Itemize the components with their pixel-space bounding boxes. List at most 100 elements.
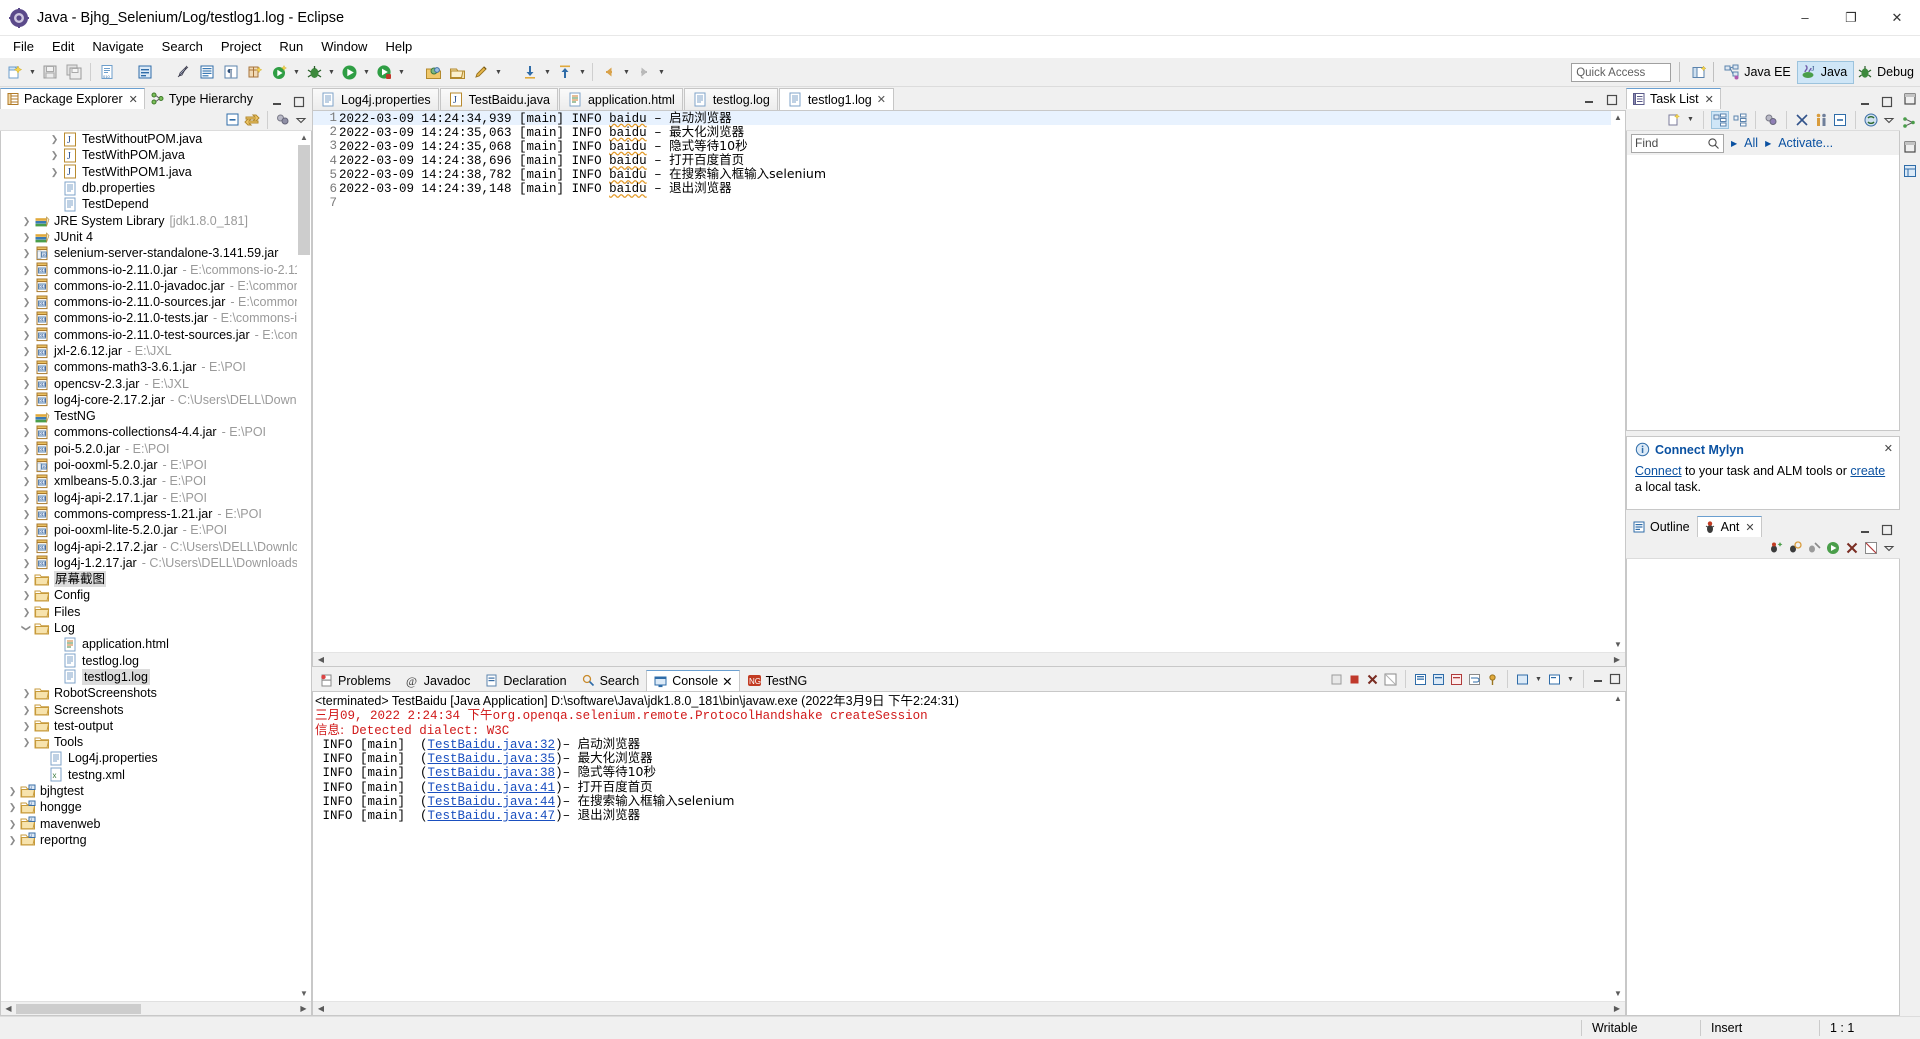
tree-item[interactable]: ❯ Jmavenweb [1,815,311,831]
tab-ant[interactable]: Ant ✕ [1696,516,1762,537]
show-console-stderr-icon[interactable] [1449,672,1464,687]
tree-item[interactable]: ❯ J TestWithoutPOM.java [1,131,311,147]
tree-item[interactable]: ❯ Jbjhgtest [1,783,311,799]
editor-tab[interactable]: Log4j.properties [312,88,439,110]
collapse-all-icon[interactable] [225,112,241,128]
chevron-right-icon[interactable]: ❯ [5,783,20,799]
editor-body[interactable]: 1 2022-03-09 14:24:34,939 [main] INFO bai… [312,110,1626,667]
open-console-icon[interactable] [1547,672,1562,687]
editor-text[interactable]: 1 2022-03-09 14:24:34,939 [main] INFO bai… [313,111,1625,210]
tree-item[interactable]: ❯ 010 commons-math3-3.6.1.jar - E:\POI [1,359,311,375]
perspective-java[interactable]: J Java [1796,60,1855,84]
tree-item[interactable]: ❯ 屏幕截图 [1,571,311,588]
restore-task-list-icon[interactable] [1902,91,1918,107]
show-task-presentation-icon[interactable] [1813,112,1829,128]
tree-horizontal-scrollbar[interactable]: ◀ ▶ [1,1001,311,1015]
search-icon[interactable] [1707,137,1720,150]
tree-item[interactable]: ❯ 010 commons-compress-1.21.jar - E:\POI [1,506,311,522]
tree-item[interactable]: Log4j.properties [1,750,311,766]
scroll-thumb[interactable] [298,145,310,255]
tree-vertical-scrollbar[interactable]: ▲ ▼ [297,131,311,1001]
tree-item[interactable]: ❯ 10 selenium-server-standalone-3.141.59.j… [1,245,311,261]
bottom-panel-tab[interactable]: NG TestNG [740,670,815,691]
coverage-dropdown-icon[interactable]: ▼ [396,60,407,84]
open-console-dropdown-icon[interactable]: ▼ [1565,667,1576,691]
filter-internal-targets-icon[interactable] [1863,540,1879,556]
annotation-icon[interactable] [469,60,493,84]
open-package-icon[interactable] [421,60,445,84]
maximize-editor-icon[interactable] [1605,93,1619,107]
tab-outline[interactable]: Outline [1626,516,1697,537]
link-with-editor-icon[interactable] [244,112,260,128]
categorized-mode-icon[interactable] [1711,110,1729,129]
menu-help[interactable]: Help [376,36,421,58]
tree-item[interactable]: ❯ 010 commons-io-2.11.0.jar - E:\commons-io… [1,261,311,277]
remove-all-terminated-icon[interactable] [1365,672,1380,687]
console-scroll-down-icon[interactable]: ▼ [1611,987,1625,1001]
chevron-right-icon[interactable]: ❯ [19,702,34,718]
word-wrap-icon[interactable] [1467,672,1482,687]
maximize-button[interactable]: ❐ [1828,0,1874,36]
chevron-right-icon[interactable]: ❯ [47,147,62,163]
chevron-right-icon[interactable]: ❯ [19,343,34,359]
ant-rail-icon[interactable] [1902,163,1918,179]
perspective-java-ee[interactable]: Java EE [1721,61,1797,84]
console-horizontal-scrollbar[interactable]: ◀ ▶ [313,1001,1625,1015]
previous-annotation-dropdown-icon[interactable]: ▼ [577,60,588,84]
chevron-right-icon[interactable]: ❯ [19,555,34,571]
tree-item[interactable]: ❯ 010 commons-io-2.11.0-javadoc.jar - E:\co… [1,278,311,294]
ant-view-body[interactable] [1626,559,1900,1016]
terminate-icon[interactable] [1347,672,1362,687]
open-type-icon[interactable] [195,60,219,84]
quick-access-input[interactable]: Quick Access [1571,62,1672,82]
print-icon[interactable]: 010 [95,60,119,84]
debug-icon[interactable] [302,60,326,84]
editor-scroll-down-icon[interactable]: ▼ [1611,638,1625,652]
new-wizard-icon[interactable] [3,60,27,84]
chevron-right-icon[interactable]: ❯ [19,310,34,326]
chevron-right-icon[interactable]: ❯ [19,245,34,261]
chevron-right-icon[interactable]: ❯ [19,734,34,750]
console-body[interactable]: <terminated> TestBaidu [Java Application… [312,691,1626,1016]
stack-trace-link[interactable]: TestBaidu.java:35 [428,752,556,766]
run-dropdown-icon[interactable]: ▼ [361,60,372,84]
tree-item[interactable]: ❯ 010 commons-io-2.11.0-sources.jar - E:\co… [1,294,311,310]
tree-item[interactable]: ❯ 010 log4j-api-2.17.1.jar - E:\POI [1,490,311,506]
close-icon[interactable]: ✕ [722,674,732,689]
tree-item[interactable]: ❯ 010 log4j-core-2.17.2.jar - C:\Users\DELL… [1,392,311,408]
tree-item[interactable]: TestDepend [1,196,311,212]
tree-item[interactable]: ❯ 010 opencsv-2.3.jar - E:\JXL [1,375,311,391]
chevron-right-icon[interactable]: ❯ [47,131,62,147]
chevron-right-icon[interactable]: ❯ [19,392,34,408]
pin-console-icon[interactable] [1485,672,1500,687]
new-wizard-dropdown-icon[interactable]: ▼ [27,60,38,84]
search-toggle-icon[interactable] [171,60,195,84]
run-coverage-icon[interactable] [372,60,396,84]
tree-item[interactable]: ❯ TestNG [1,408,311,424]
tab-package-explorer[interactable]: Package Explorer ✕ [0,88,145,109]
filters-icon[interactable] [1763,112,1779,128]
next-annotation-icon[interactable] [518,60,542,84]
save-icon[interactable] [38,60,62,84]
console-scroll-right-icon[interactable]: ▶ [1611,1003,1623,1015]
synchronize-changed-icon[interactable] [1863,112,1879,128]
task-activate-link[interactable]: Activate... [1778,136,1833,150]
toggle-breadcrumb-icon[interactable] [133,60,157,84]
tree-item[interactable]: ❯ 010 commons-io-2.11.0-tests.jar - E:\comm… [1,310,311,326]
chevron-right-icon[interactable]: ❯ [19,522,34,538]
editor-vertical-scrollbar[interactable]: ▲ ▼ [1611,111,1625,652]
tab-task-list[interactable]: Task List ✕ [1626,88,1721,109]
chevron-right-icon[interactable]: ❯ [19,457,34,473]
filter-expand-icon[interactable]: ▶ [1731,139,1737,148]
chevron-right-icon[interactable]: ❯ [19,327,34,343]
remove-all-icon[interactable] [1844,540,1860,556]
editor-scroll-right-icon[interactable]: ▶ [1611,654,1623,666]
mylyn-create-link[interactable]: create [1850,464,1885,478]
bottom-panel-tab[interactable]: Declaration [477,670,573,691]
scroll-lock-icon[interactable] [1413,672,1428,687]
search-buildfiles-icon[interactable] [1787,540,1803,556]
display-selected-console-icon[interactable] [1515,672,1530,687]
maximize-console-icon[interactable] [1608,672,1622,686]
chevron-right-icon[interactable]: ❯ [19,506,34,522]
tree-item[interactable]: ❯ Log [1,620,311,636]
